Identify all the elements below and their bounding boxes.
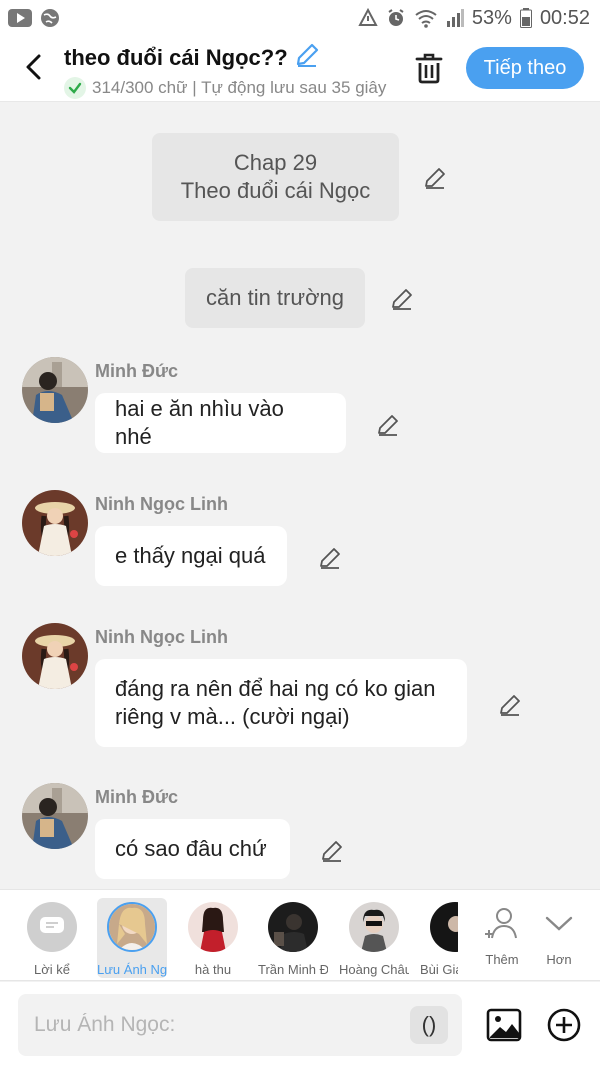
title-area: theo đuổi cái Ngọc?? 314/300 chữ | Tự độ… (64, 42, 394, 99)
scene-text: căn tin trường (206, 285, 344, 310)
word-count-status: 314/300 chữ | Tự động lưu sau 35 giây (92, 78, 387, 97)
character-hoang-chau[interactable]: Hoàng Châu (339, 898, 409, 978)
message-text-line2: riêng v mà... (cười ngại) (115, 704, 350, 729)
sender-name: Ninh Ngọc Linh (95, 627, 228, 647)
character-label: Hoàng Châu (339, 962, 409, 977)
sender-name: Minh Đức (95, 361, 179, 381)
plus-circle-icon (547, 1008, 581, 1042)
edit-message-icon[interactable] (320, 839, 344, 863)
more-label: Hơn (546, 952, 572, 967)
edit-title-icon[interactable] (294, 42, 320, 73)
sender-name: Minh Đức (95, 787, 179, 807)
message-input-box[interactable]: () (18, 994, 462, 1056)
message-item: Ninh Ngọc Linh đáng ra nên để hai ng có … (0, 623, 600, 763)
edit-message-icon[interactable] (318, 546, 342, 570)
character-label: Lưu Ánh Ngọc (97, 962, 167, 977)
message-text: e thấy ngại quá (115, 543, 266, 568)
character-narrator[interactable]: Lời kể (17, 898, 87, 978)
message-item: Minh Đức hai e ăn nhìu vào nhé (0, 357, 600, 467)
add-character-label: Thêm (485, 952, 519, 967)
message-text: có sao đâu chứ (115, 836, 267, 861)
message-bubble[interactable]: e thấy ngại quá (95, 526, 287, 586)
signal-icon (446, 9, 464, 27)
status-bar: 53% 00:52 (0, 0, 600, 36)
character-luu-anh-ngoc[interactable]: Lưu Ánh Ngọc (97, 898, 167, 978)
trash-icon (415, 53, 443, 84)
message-input[interactable] (34, 1013, 394, 1037)
character-label: Lời kể (34, 962, 70, 977)
character-selector-bar: Lời kể Lưu Ánh Ngọc hà thu Trần Minh Đức… (0, 889, 600, 981)
scene-text-box[interactable]: căn tin trường (185, 268, 365, 328)
youtube-icon (8, 9, 32, 27)
avatar-minh-duc[interactable] (22, 783, 88, 849)
clock-time: 00:52 (539, 6, 590, 29)
chat-area[interactable]: Chap 29 Theo đuổi cái Ngọc căn tin trườn… (0, 103, 600, 889)
back-button[interactable] (18, 52, 48, 82)
add-character-button[interactable]: Thêm (472, 898, 532, 978)
insert-image-button[interactable] (486, 1007, 522, 1043)
avatar-ha-thu (188, 902, 238, 952)
character-ha-thu[interactable]: hà thu (178, 898, 248, 978)
next-button[interactable]: Tiếp theo (466, 47, 584, 89)
message-item: Minh Đức có sao đâu chứ (0, 783, 600, 889)
data-saver-icon (358, 8, 378, 28)
chapter-title-box[interactable]: Chap 29 Theo đuổi cái Ngọc (152, 133, 399, 221)
avatar-minh-duc[interactable] (22, 357, 88, 423)
character-bui-gia[interactable]: Bùi Gia (420, 898, 458, 978)
edit-message-icon[interactable] (376, 413, 400, 437)
wifi-icon (414, 8, 438, 28)
avatar-luu-anh-ngoc (107, 902, 157, 952)
character-label: hà thu (194, 962, 232, 977)
editor-header: theo đuổi cái Ngọc?? 314/300 chữ | Tự độ… (0, 36, 600, 102)
chapter-number: Chap 29 (233, 150, 318, 175)
add-person-icon (480, 902, 524, 946)
character-label: Trần Minh Đức (258, 962, 328, 977)
chapter-name: Theo đuổi cái Ngọc (180, 178, 371, 203)
battery-percent: 53% (471, 6, 512, 29)
globe-icon (40, 8, 60, 28)
image-icon (486, 1008, 522, 1042)
parentheses-button[interactable]: () (410, 1006, 448, 1044)
more-button[interactable]: Hơn (529, 898, 589, 978)
avatar-tran-minh-duc (268, 902, 318, 952)
message-bubble[interactable]: hai e ăn nhìu vào nhé (95, 393, 346, 453)
narrator-icon (27, 902, 77, 952)
delete-button[interactable] (414, 52, 444, 84)
avatar-hoang-chau (349, 902, 399, 952)
edit-message-icon[interactable] (498, 693, 522, 717)
battery-icon (519, 8, 532, 28)
message-bubble[interactable]: đáng ra nên để hai ng có ko gian riêng v… (95, 659, 467, 747)
avatar-ninh-ngoc-linh[interactable] (22, 623, 88, 689)
message-text-line1: đáng ra nên để hai ng có ko gian (115, 676, 436, 701)
story-title: theo đuổi cái Ngọc?? (64, 44, 288, 70)
message-item: Ninh Ngọc Linh e thấy ngại quá (0, 490, 600, 600)
chevron-down-icon (537, 902, 581, 946)
message-text: hai e ăn nhìu vào nhé (115, 396, 284, 449)
avatar-ninh-ngoc-linh[interactable] (22, 490, 88, 556)
edit-chapter-icon[interactable] (423, 166, 447, 190)
avatar-bui-gia (430, 902, 458, 952)
alarm-icon (386, 8, 406, 28)
composer-bar: () (0, 982, 600, 1067)
character-label: Bùi Gia (420, 962, 458, 977)
message-bubble[interactable]: có sao đâu chứ (95, 819, 290, 879)
edit-scene-icon[interactable] (390, 287, 414, 311)
character-tran-minh-duc[interactable]: Trần Minh Đức (258, 898, 328, 978)
saved-check-icon (64, 77, 86, 99)
sender-name: Ninh Ngọc Linh (95, 494, 228, 514)
add-button[interactable] (546, 1007, 582, 1043)
chevron-left-icon (26, 54, 41, 80)
